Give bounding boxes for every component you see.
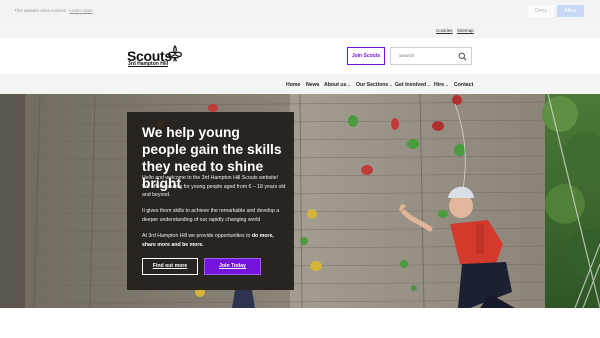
sitemap-link[interactable]: Sitemap — [457, 28, 474, 33]
nav-item-about-us[interactable]: About us⌄ — [324, 82, 351, 88]
climbing-wall-photo — [0, 94, 600, 308]
nav-item-contact[interactable]: Contact — [454, 82, 473, 88]
cookie-deny-button[interactable]: Deny — [528, 5, 554, 17]
join-today-button[interactable]: Join Today — [204, 258, 261, 275]
nav-item-label: Get Involved — [395, 81, 427, 88]
chevron-down-icon: ⌄ — [389, 81, 393, 87]
utility-bar: Cookies Sitemap — [0, 22, 600, 38]
nav-item-our-sections[interactable]: Our Sections⌄ — [356, 82, 393, 88]
cookies-link[interactable]: Cookies — [436, 28, 453, 33]
site-header — [0, 38, 600, 74]
nav-item-label: About us — [324, 81, 347, 88]
nav-item-home[interactable]: Home — [286, 82, 300, 88]
cookie-text: This website uses cookies — [14, 8, 67, 13]
hero-image — [0, 94, 600, 308]
opportunities-lead-text: At 3rd Hampton Hill we provide opportuni… — [142, 233, 252, 239]
main-navigation: Home News About us⌄ Our Sections⌄ Get In… — [0, 74, 600, 94]
search-placeholder: Search — [399, 53, 415, 59]
nav-item-news[interactable]: News — [306, 82, 320, 88]
cookie-banner: This website uses cookies Learn more Den… — [0, 0, 600, 22]
chevron-down-icon: ⌄ — [347, 81, 351, 87]
hero-intro-paragraph: Hello and welcome to the 3rd Hampton Hil… — [142, 175, 286, 199]
search-input[interactable]: Search — [390, 47, 472, 65]
hero-skills-paragraph: It gives them skills to achieve the rema… — [142, 208, 280, 223]
cookie-allow-button[interactable]: Allow — [557, 5, 584, 17]
chevron-down-icon: ⌄ — [445, 81, 449, 87]
page-body-start — [0, 308, 600, 338]
nav-item-label: Our Sections — [356, 81, 389, 88]
cookie-message: This website uses cookies Learn more — [14, 8, 93, 13]
lower-climber — [232, 290, 255, 308]
group-name-link[interactable]: 3rd Hampton Hill — [128, 61, 168, 67]
chevron-down-icon: ⌄ — [427, 81, 431, 87]
hero-opportunities-paragraph: At 3rd Hampton Hill we provide opportuni… — [142, 232, 286, 249]
cookie-learn-more-link[interactable]: Learn more — [70, 8, 93, 13]
nav-item-hire[interactable]: Hire⌄ — [434, 82, 448, 88]
nav-item-label: Hire — [434, 81, 445, 88]
join-scouts-button[interactable]: Join Scouts — [347, 47, 385, 65]
nav-item-get-involved[interactable]: Get Involved⌄ — [395, 82, 431, 88]
find-out-more-button[interactable]: Find out more — [142, 258, 198, 275]
search-icon[interactable] — [458, 52, 467, 61]
